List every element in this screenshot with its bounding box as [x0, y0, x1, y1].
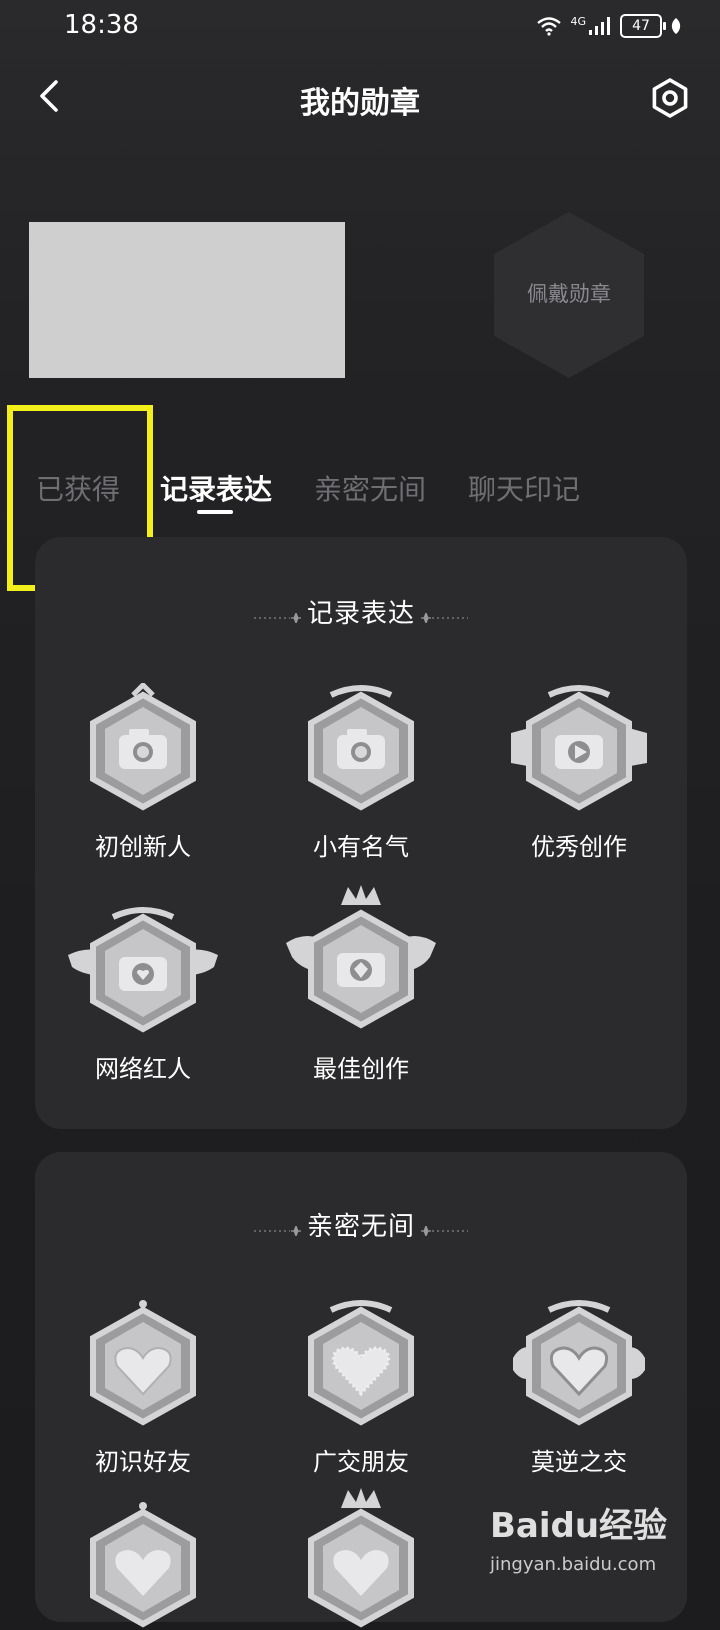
status-bar: 18:38 4G 47 — [0, 0, 720, 54]
badge-item[interactable]: 最佳创作 — [261, 883, 461, 1084]
winged-camera-badge-icon — [68, 907, 218, 1033]
crowned-heart-badge-icon — [308, 1488, 414, 1628]
badge-label: 广交朋友 — [313, 1448, 409, 1476]
page-header: 我的勋章 — [0, 60, 720, 136]
badge-item[interactable]: 广交朋友 — [261, 1298, 461, 1477]
title-decoration-left — [253, 612, 301, 623]
camera-badge-icon — [308, 685, 414, 811]
badge-item[interactable]: 莫逆之交 — [479, 1298, 679, 1477]
section-card-record-expression: 记录表达 初创新人 小有名气 优秀创作 网络红人 最佳创作 — [35, 537, 687, 1129]
tab-record-expression[interactable]: 记录表达 — [160, 468, 272, 508]
watermark-url: jingyan.baidu.com — [490, 1554, 657, 1575]
badge-item[interactable]: 小有名气 — [261, 683, 461, 862]
active-tab-indicator — [197, 510, 233, 514]
badge-item-partial[interactable] — [261, 1486, 461, 1630]
battery-indicator: 47 — [620, 14, 666, 38]
badge-label: 小有名气 — [313, 833, 409, 861]
redacted-user-info — [29, 222, 345, 378]
tab-chat-marks[interactable]: 聊天印记 — [468, 468, 580, 508]
page-title: 我的勋章 — [300, 86, 420, 121]
badge-item[interactable]: 初创新人 — [43, 683, 243, 862]
heart-badge-icon — [308, 1300, 414, 1426]
badge-label: 网络红人 — [95, 1055, 191, 1083]
section-title: 记录表达 — [306, 599, 415, 629]
section-header: 记录表达 — [35, 593, 687, 630]
heart-badge-icon — [513, 1300, 645, 1426]
tab-intimacy[interactable]: 亲密无间 — [314, 468, 426, 508]
title-decoration-left — [253, 1225, 301, 1236]
title-decoration-right — [421, 612, 469, 623]
badge-label: 莫逆之交 — [531, 1448, 627, 1476]
baidu-jingyan-watermark: Baidu经验 jingyan.baidu.com — [490, 1498, 690, 1588]
badge-item[interactable]: 初识好友 — [43, 1298, 243, 1477]
status-time: 18:38 — [64, 10, 139, 40]
section-title: 亲密无间 — [306, 1212, 415, 1242]
wifi-icon — [537, 17, 562, 36]
heart-badge-icon — [90, 1502, 196, 1628]
wear-badge-label: 佩戴勋章 — [527, 282, 611, 306]
network-type-label: 4G — [570, 14, 586, 28]
badge-item[interactable]: 网络红人 — [43, 905, 243, 1084]
badge-label: 最佳创作 — [313, 1055, 409, 1083]
status-icons: 4G 47 — [536, 14, 682, 38]
section-header: 亲密无间 — [35, 1206, 687, 1243]
badge-label: 优秀创作 — [531, 833, 627, 861]
camera-badge-icon — [90, 683, 196, 811]
crowned-camera-badge-icon — [286, 885, 436, 1029]
heart-badge-icon — [90, 1300, 196, 1426]
title-decoration-right — [421, 1225, 469, 1236]
badge-item[interactable]: 优秀创作 — [479, 683, 679, 862]
signal-icon — [589, 17, 610, 35]
badge-label: 初识好友 — [95, 1448, 191, 1476]
leaf-icon — [671, 18, 681, 34]
settings-gear-icon[interactable] — [648, 76, 692, 120]
watermark-brand: Baidu经验 — [490, 1506, 668, 1546]
badge-item-partial[interactable] — [43, 1500, 243, 1630]
badge-label: 初创新人 — [95, 833, 191, 861]
video-camera-badge-icon — [511, 685, 647, 811]
